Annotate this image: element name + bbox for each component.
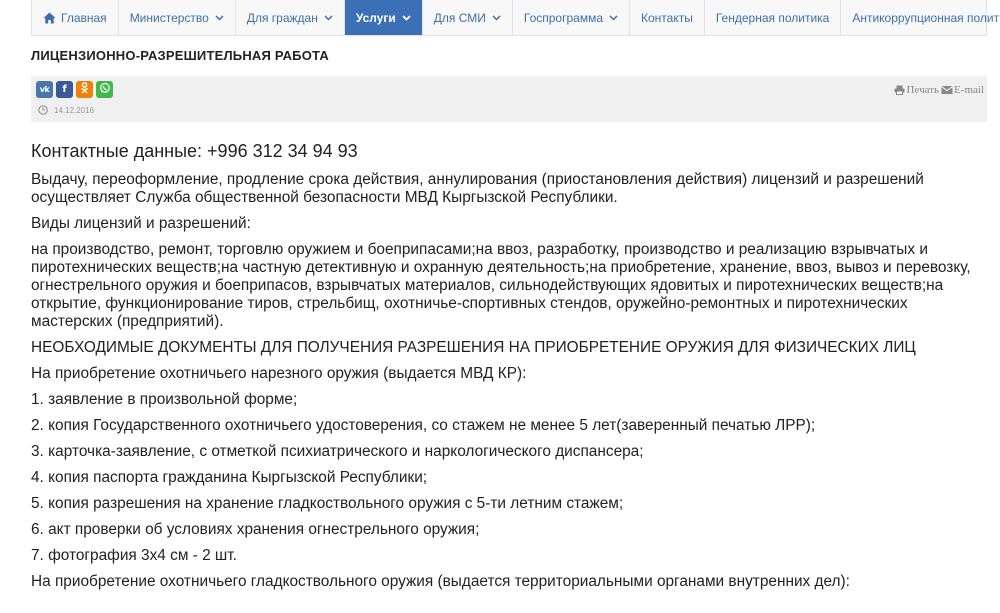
nav-item-label: Госпрограмма xyxy=(523,10,604,25)
share-buttons: vk f xyxy=(36,81,113,98)
nav-item-services[interactable]: Услуги xyxy=(344,0,423,35)
list-item: 5. копия разрешения на хранение гладкост… xyxy=(31,495,624,512)
list-item: 1. заявление в произвольной форме; xyxy=(31,391,298,408)
license-types-list: на производство, ремонт, торговлю оружие… xyxy=(31,241,971,330)
chevron-down-icon xyxy=(324,13,333,22)
nav-item-anticorruption-policy[interactable]: Антикоррупционная политика xyxy=(841,0,1000,35)
nav-item-gender-policy[interactable]: Гендерная политика xyxy=(705,0,842,35)
vk-share-button[interactable]: vk xyxy=(36,81,53,98)
list-item: 3. карточка-заявление, с отметкой психиа… xyxy=(31,443,644,460)
nav-item-label: Контакты xyxy=(641,10,693,25)
odnoklassniki-icon xyxy=(80,82,89,97)
nav-item-citizens[interactable]: Для граждан xyxy=(236,0,345,35)
chevron-down-icon xyxy=(492,13,501,22)
nav-item-home[interactable]: Главная xyxy=(32,0,119,35)
odnoklassniki-share-button[interactable] xyxy=(76,81,93,98)
facebook-share-button[interactable]: f xyxy=(56,81,73,98)
article-body: Контактные данные: +996 312 34 94 93 Выд… xyxy=(31,141,991,599)
nav-item-label: Главная xyxy=(61,10,107,25)
chevron-down-icon xyxy=(215,13,224,22)
home-icon xyxy=(43,12,56,24)
nav-item-media[interactable]: Для СМИ xyxy=(423,0,513,35)
email-link[interactable]: E-mail xyxy=(954,84,984,96)
nav-item-state-program[interactable]: Госпрограмма xyxy=(513,0,631,35)
nav-item-label: Для граждан xyxy=(246,10,318,25)
license-types-heading: Виды лицензий и разрешений: xyxy=(31,215,251,232)
chevron-down-icon xyxy=(402,13,411,22)
nav-item-label: Антикоррупционная политика xyxy=(852,10,1000,25)
facebook-icon: f xyxy=(62,84,67,95)
date-text: 14.12.2016 xyxy=(54,105,95,115)
list-item: 2. копия Государственного охотничьего уд… xyxy=(31,417,816,434)
envelope-icon[interactable] xyxy=(941,85,953,95)
print-icon[interactable] xyxy=(894,85,905,95)
clock-icon xyxy=(38,105,48,115)
contacts-line: Контактные данные: +996 312 34 94 93 xyxy=(31,141,358,161)
print-link[interactable]: Печать xyxy=(907,84,940,96)
list-item: 6. акт проверки об условиях хранения огн… xyxy=(31,521,480,538)
rifled-weapon-heading: На приобретение охотничьего нарезного ор… xyxy=(31,365,527,382)
smoothbore-weapon-heading: На приобретение охотничьего гладкостволь… xyxy=(31,573,850,590)
main-navbar: Главная Министерство Для граждан Услуги … xyxy=(31,0,1000,36)
article-meta-bar: vk f 14.12.2016 Печать E-mail xyxy=(31,76,987,122)
whatsapp-icon xyxy=(99,82,111,97)
nav-item-label: Для СМИ xyxy=(433,10,486,25)
nav-item-label: Министерство xyxy=(129,10,209,25)
documents-heading: НЕОБХОДИМЫЕ ДОКУМЕНТЫ ДЛЯ ПОЛУЧЕНИЯ РАЗР… xyxy=(31,339,916,356)
nav-item-label: Гендерная политика xyxy=(715,10,830,25)
nav-item-ministry[interactable]: Министерство xyxy=(119,0,236,35)
intro-paragraph: Выдачу, переоформление, продление срока … xyxy=(31,171,924,206)
list-item: 7. фотография 3х4 см - 2 шт. xyxy=(31,547,237,564)
vk-icon: vk xyxy=(39,85,50,94)
whatsapp-share-button[interactable] xyxy=(96,81,113,98)
list-item: 4. копия паспорта гражданина Кыргызской … xyxy=(31,469,428,486)
chevron-down-icon xyxy=(609,13,618,22)
page-title: ЛИЦЕНЗИОННО-РАЗРЕШИТЕЛЬНАЯ РАБОТА xyxy=(31,48,329,63)
article-date: 14.12.2016 xyxy=(38,105,94,115)
nav-item-contacts[interactable]: Контакты xyxy=(630,0,705,35)
nav-item-label: Услуги xyxy=(355,10,396,25)
article-actions: Печать E-mail xyxy=(894,84,984,96)
